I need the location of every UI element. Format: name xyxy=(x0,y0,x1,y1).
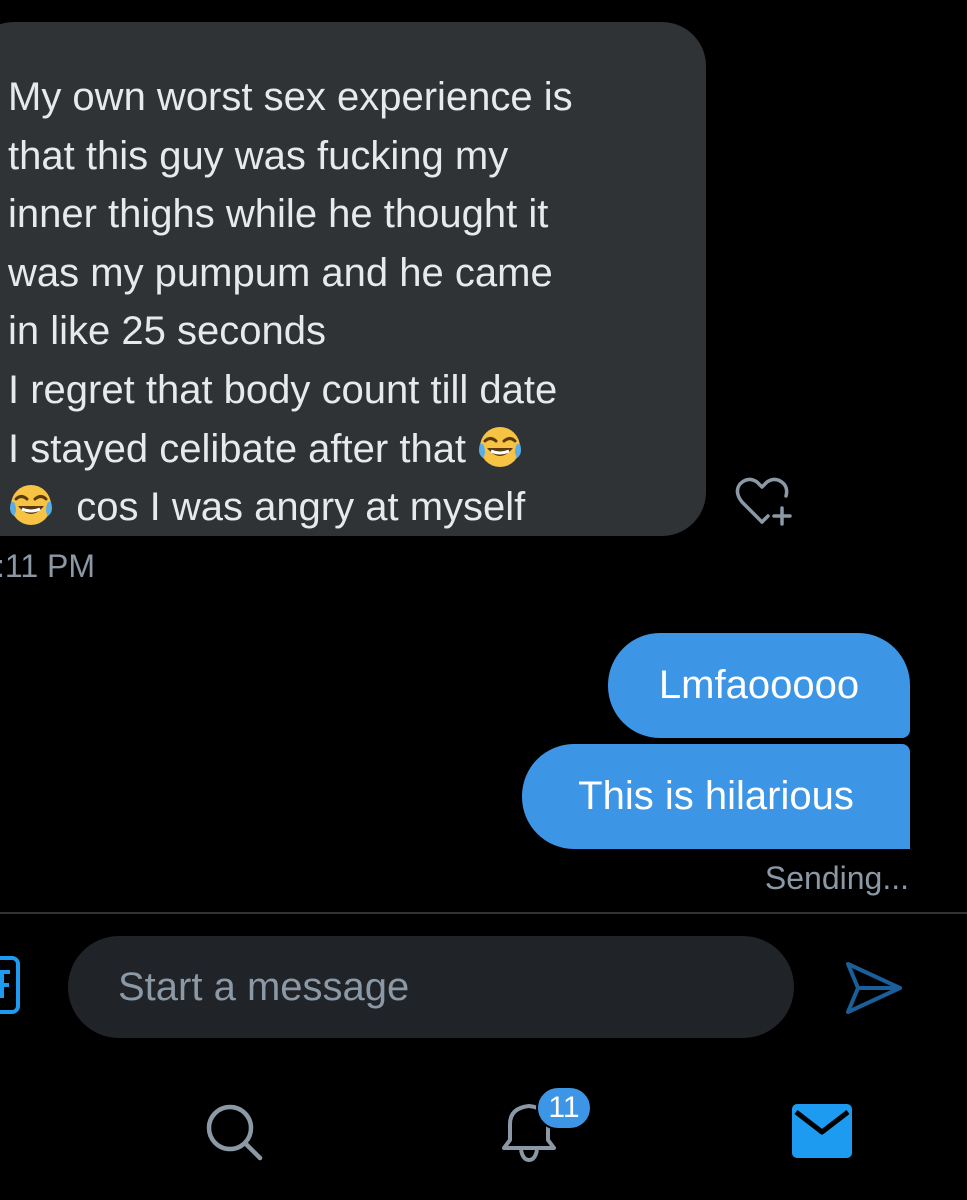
message-line: I regret that body count till date xyxy=(8,367,558,412)
gif-icon xyxy=(0,956,20,1014)
message-line-text: I stayed celibate after that xyxy=(8,426,467,471)
message-line: that this guy was fucking my xyxy=(8,133,509,178)
received-message-text: My own worst sex experience is that this… xyxy=(8,68,708,537)
envelope-icon xyxy=(792,1104,852,1158)
search-icon xyxy=(206,1104,263,1161)
message-line-with-emoji: I stayed celibate after that xyxy=(8,420,708,479)
message-line: My own worst sex experience is xyxy=(8,75,573,119)
notification-count-badge: 11 xyxy=(536,1086,592,1130)
composer-divider xyxy=(0,912,967,914)
gif-button[interactable] xyxy=(0,952,22,1020)
message-composer[interactable] xyxy=(68,936,794,1038)
send-icon xyxy=(846,962,902,1014)
sent-message-text: Lmfaooooo xyxy=(658,663,860,707)
message-timestamp: :11 PM xyxy=(0,548,95,584)
sent-message-bubble[interactable]: This is hilarious xyxy=(522,744,910,849)
message-input[interactable] xyxy=(118,936,758,1038)
message-line-with-emoji: cos I was angry at myself xyxy=(8,478,708,537)
message-status: Sending... xyxy=(764,860,909,896)
face-with-tears-of-joy-emoji xyxy=(10,485,52,526)
tab-search[interactable] xyxy=(202,1100,266,1164)
sent-message-text: This is hilarious xyxy=(578,774,854,818)
send-button[interactable] xyxy=(842,956,906,1020)
message-line: was my pumpum and he came xyxy=(8,250,553,295)
face-with-tears-of-joy-emoji xyxy=(479,426,522,467)
message-line-text: cos I was angry at myself xyxy=(76,485,526,530)
sent-message-bubble[interactable]: Lmfaooooo xyxy=(608,633,910,738)
heart-plus-icon xyxy=(735,477,792,526)
like-message-button[interactable] xyxy=(730,472,794,532)
message-line: in like 25 seconds xyxy=(8,309,326,354)
tab-messages[interactable] xyxy=(792,1104,852,1158)
message-line: inner thighs while he thought it xyxy=(8,192,549,237)
received-message-bubble[interactable]: My own worst sex experience is that this… xyxy=(0,22,706,536)
